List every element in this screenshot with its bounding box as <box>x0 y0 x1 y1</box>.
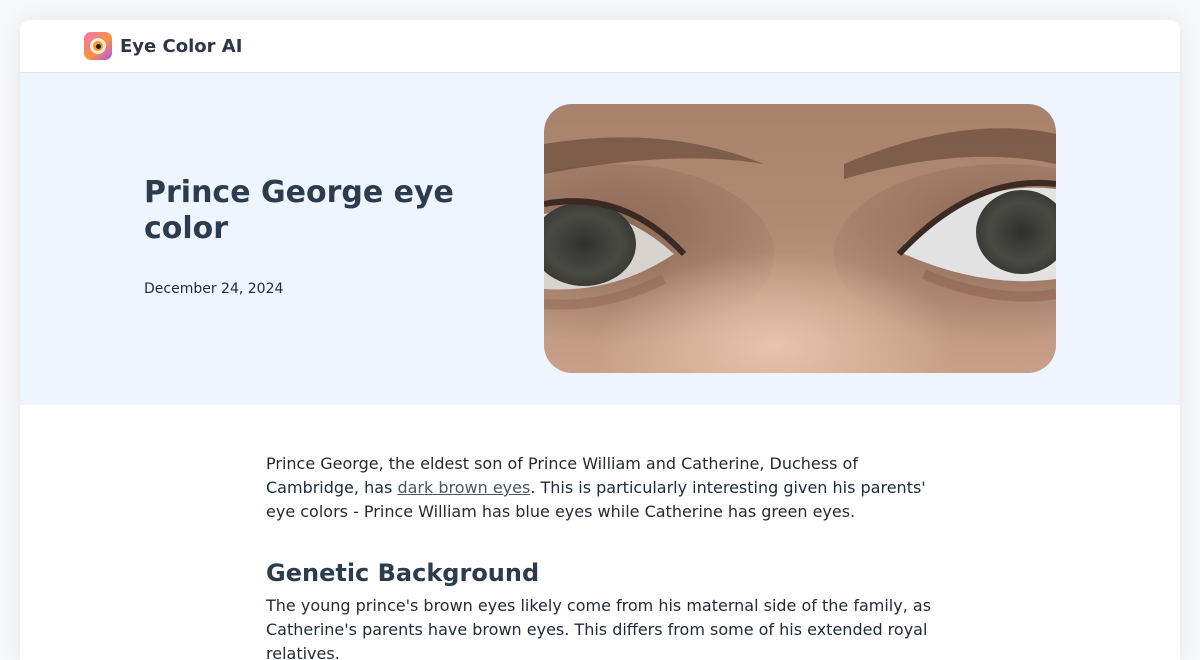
intro-paragraph: Prince George, the eldest son of Prince … <box>266 452 938 524</box>
section-paragraph: The young prince's brown eyes likely com… <box>266 596 932 660</box>
dark-brown-eyes-link[interactable]: dark brown eyes <box>397 478 530 497</box>
logo-eye-white <box>90 38 106 54</box>
eye-logo-icon[interactable] <box>84 32 112 60</box>
brand-name[interactable]: Eye Color AI <box>120 36 242 57</box>
publish-date: December 24, 2024 <box>144 281 284 297</box>
eyes-photo-illustration <box>544 104 1056 373</box>
logo-pupil <box>95 43 101 49</box>
logo-iris <box>93 41 103 51</box>
page-card: Eye Color AI Prince George eye color Dec… <box>20 20 1180 660</box>
eyes-closeup-photo <box>544 104 1056 373</box>
section-heading-genetic-background: Genetic Background <box>266 559 540 587</box>
article-content: Prince George, the eldest son of Prince … <box>266 452 938 660</box>
page-title: Prince George eye color <box>144 175 454 246</box>
hero-section: Prince George eye color December 24, 202… <box>20 73 1180 405</box>
top-navbar: Eye Color AI <box>20 20 1180 73</box>
